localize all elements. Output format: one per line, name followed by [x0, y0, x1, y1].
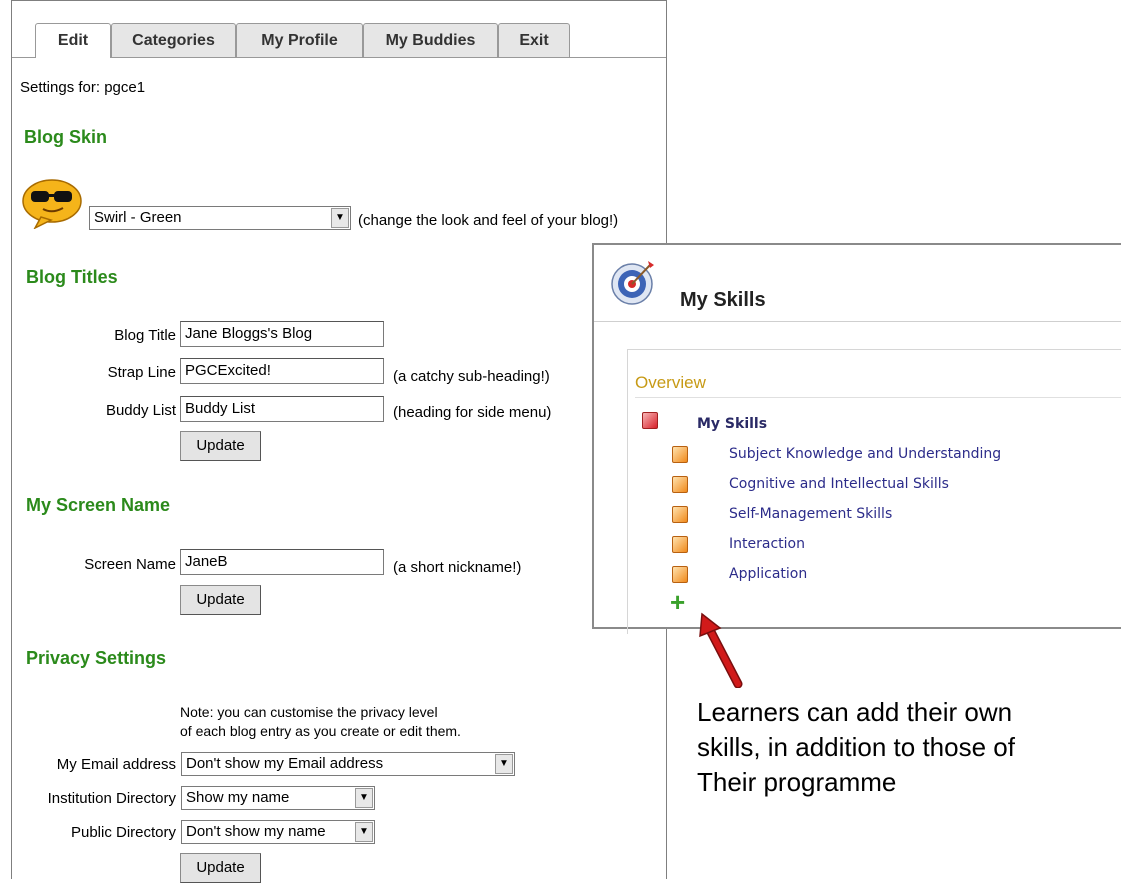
settings-for-text: Settings for: pgce1 [20, 79, 146, 96]
screen-name-hint: (a short nickname!) [393, 559, 522, 576]
privacy-note-line2: of each blog entry as you create or edit… [180, 723, 461, 739]
sunglasses-smiley-icon [21, 177, 83, 230]
my-skills-panel: My Skills Overview My Skills Subject Kno… [592, 243, 1121, 634]
skill-book-icon [642, 412, 658, 429]
annotation-line1: Learners can add their own [697, 697, 1013, 727]
skill-link-self-management[interactable]: Self-Management Skills [729, 506, 892, 522]
title-divider [594, 321, 1121, 322]
public-directory-label: Public Directory [70, 824, 176, 841]
blog-skin-selected: Swirl - Green [94, 209, 182, 226]
buddy-list-hint: (heading for side menu) [393, 404, 552, 421]
privacy-note-line1: Note: you can customise the privacy leve… [180, 704, 438, 720]
skill-link-application[interactable]: Application [729, 566, 807, 582]
dropdown-arrow-icon[interactable]: ▼ [495, 754, 513, 774]
screen-name-heading: My Screen Name [26, 495, 171, 515]
public-directory-selected: Don't show my name [186, 823, 326, 840]
red-arrow-icon [696, 612, 746, 689]
strap-line-label: Strap Line [107, 364, 176, 381]
skill-book-icon [672, 476, 688, 493]
dropdown-arrow-icon[interactable]: ▼ [355, 788, 373, 808]
blog-title-label: Blog Title [114, 327, 176, 344]
blog-titles-heading: Blog Titles [26, 267, 118, 287]
annotation-text: Learners can add their own skills, in ad… [697, 695, 1015, 800]
overview-heading: Overview [635, 373, 706, 392]
tab-my-buddies[interactable]: My Buddies [363, 23, 498, 57]
blog-skin-hint: (change the look and feel of your blog!) [358, 212, 619, 229]
skill-link-subject-knowledge[interactable]: Subject Knowledge and Understanding [729, 446, 1001, 462]
buddy-list-label: Buddy List [105, 402, 176, 419]
screen-name-input[interactable]: JaneB [180, 549, 384, 575]
annotation-line3: Their programme [697, 767, 897, 797]
dropdown-arrow-icon[interactable]: ▼ [331, 208, 349, 228]
my-skills-title: My Skills [680, 289, 766, 311]
strap-line-hint: (a catchy sub-heading!) [393, 368, 550, 385]
skills-root-link[interactable]: My Skills [697, 416, 767, 432]
target-icon [610, 257, 660, 307]
skill-book-icon [672, 506, 688, 523]
email-privacy-select[interactable]: Don't show my Email address ▼ [181, 752, 515, 776]
annotation-line2: skills, in addition to those of [697, 732, 1015, 762]
screen-name-label: Screen Name [84, 556, 176, 573]
add-skill-plus-icon[interactable]: + [670, 589, 685, 615]
email-privacy-selected: Don't show my Email address [186, 755, 384, 772]
institution-directory-selected: Show my name [186, 789, 290, 806]
tab-exit[interactable]: Exit [498, 23, 570, 57]
blog-settings-panel: Edit Categories My Profile My Buddies Ex… [11, 0, 667, 883]
skill-link-cognitive[interactable]: Cognitive and Intellectual Skills [729, 476, 949, 492]
public-directory-select[interactable]: Don't show my name ▼ [181, 820, 375, 844]
skill-book-icon [672, 566, 688, 583]
skill-book-icon [672, 536, 688, 553]
tab-bar: Edit Categories My Profile My Buddies Ex… [12, 19, 666, 58]
institution-directory-label: Institution Directory [47, 790, 176, 807]
blog-skin-heading: Blog Skin [24, 127, 108, 147]
blog-title-input[interactable]: Jane Bloggs's Blog [180, 321, 384, 347]
tab-my-profile[interactable]: My Profile [236, 23, 363, 57]
blog-skin-select[interactable]: Swirl - Green ▼ [89, 206, 351, 230]
blog-titles-update-button[interactable]: Update [180, 431, 261, 461]
skill-book-icon [672, 446, 688, 463]
buddy-list-input[interactable]: Buddy List [180, 396, 384, 422]
institution-directory-select[interactable]: Show my name ▼ [181, 786, 375, 810]
tab-categories[interactable]: Categories [111, 23, 236, 57]
skill-link-interaction[interactable]: Interaction [729, 536, 805, 552]
dropdown-arrow-icon[interactable]: ▼ [355, 822, 373, 842]
strap-line-input[interactable]: PGCExcited! [180, 358, 384, 384]
tab-edit[interactable]: Edit [35, 23, 111, 58]
screen-name-update-button[interactable]: Update [180, 585, 261, 615]
privacy-settings-heading: Privacy Settings [26, 648, 167, 668]
overview-divider [635, 397, 1121, 398]
email-address-label: My Email address [56, 756, 176, 773]
